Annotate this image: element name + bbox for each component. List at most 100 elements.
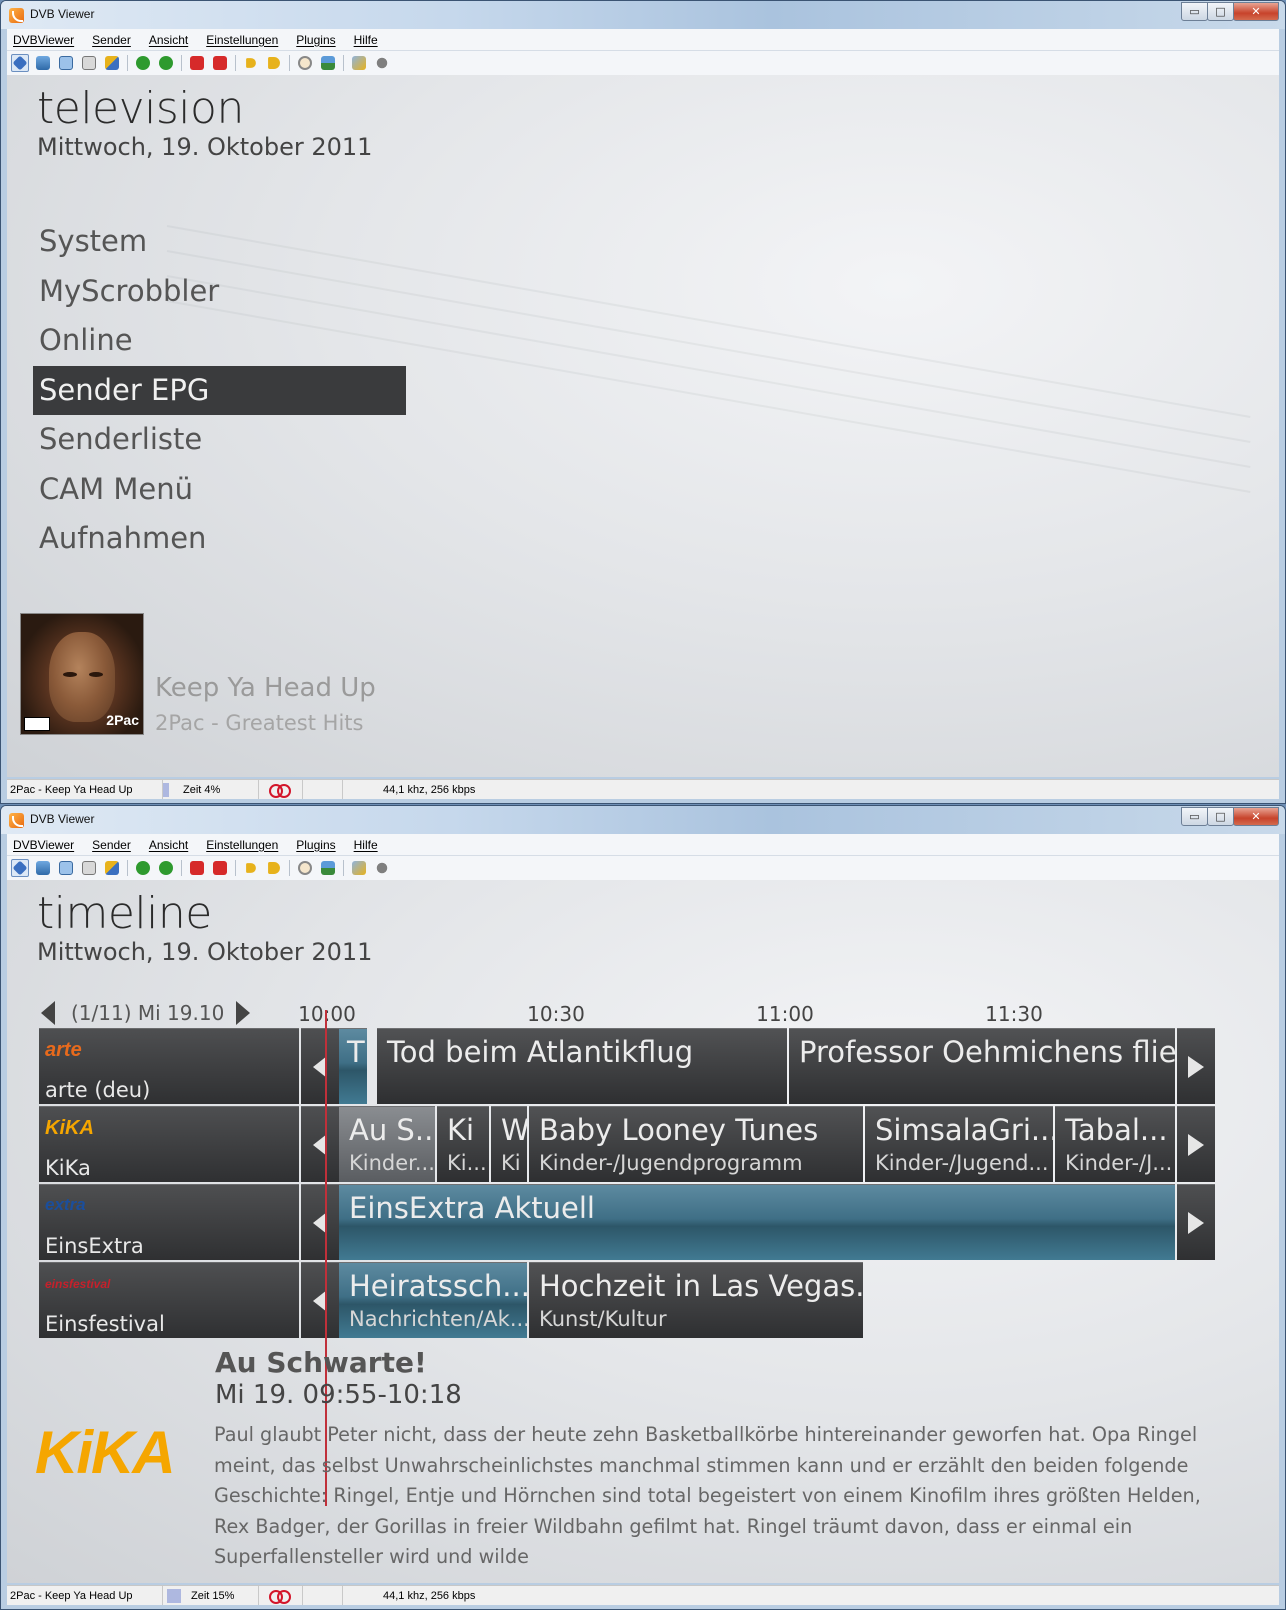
close-button[interactable]: ✕ bbox=[1233, 2, 1279, 21]
maximize-button[interactable]: □ bbox=[1207, 807, 1234, 826]
tools-icon[interactable] bbox=[350, 54, 368, 72]
volume-up-icon[interactable] bbox=[265, 54, 283, 72]
back-icon[interactable] bbox=[134, 54, 152, 72]
osd-icon[interactable] bbox=[11, 54, 29, 72]
time-label: 10:00 bbox=[298, 1002, 356, 1026]
windows-icon[interactable] bbox=[57, 54, 75, 72]
record-icon[interactable] bbox=[296, 54, 314, 72]
program-cell[interactable]: Tabal... Kinder-/J... bbox=[1055, 1106, 1175, 1182]
nav-item-sender-epg[interactable]: Sender EPG bbox=[33, 365, 406, 415]
volume-down-icon[interactable] bbox=[242, 54, 260, 72]
status-time: Zeit 15% bbox=[191, 1589, 235, 1602]
title-bar[interactable]: DVB Viewer ▭ □ ✕ bbox=[1, 806, 1285, 834]
close-button[interactable]: ✕ bbox=[1233, 807, 1279, 826]
scroll-right-button[interactable] bbox=[1177, 1028, 1215, 1104]
volume-down-icon[interactable] bbox=[242, 859, 260, 877]
toolbar-separator bbox=[127, 55, 128, 71]
stop-icon[interactable] bbox=[373, 859, 391, 877]
nav-item-online[interactable]: Online bbox=[33, 316, 406, 366]
minimize-button[interactable]: ▭ bbox=[1181, 807, 1208, 826]
program-cell[interactable]: W Ki bbox=[491, 1106, 527, 1182]
menu-dvbviewer[interactable]: DVBViewer bbox=[13, 33, 74, 47]
scroll-right-button[interactable] bbox=[1177, 1106, 1215, 1182]
channel-cell[interactable]: arte arte (deu) bbox=[39, 1028, 299, 1104]
channel-cell[interactable]: extra EinsExtra bbox=[39, 1184, 299, 1260]
day-label: (1/11) Mi 19.10 bbox=[71, 1001, 225, 1025]
program-cell[interactable]: Baby Looney Tunes Kinder-/Jugendprogramm bbox=[529, 1106, 863, 1182]
nav-item-senderliste[interactable]: Senderliste bbox=[33, 415, 406, 465]
scroll-left-button[interactable] bbox=[301, 1106, 339, 1182]
scroll-left-button[interactable] bbox=[301, 1262, 339, 1338]
program-details-description: Paul glaubt Peter nicht, dass der heute … bbox=[214, 1423, 1201, 1568]
menu-sender[interactable]: Sender bbox=[92, 33, 131, 47]
title-bar[interactable]: DVB Viewer ▭ □ ✕ bbox=[1, 1, 1285, 29]
previous-day-icon[interactable] bbox=[41, 1001, 55, 1025]
program-title: Ki bbox=[447, 1113, 475, 1147]
next-channel-icon[interactable] bbox=[211, 859, 229, 877]
album-cover-art bbox=[89, 672, 103, 677]
channel-name: KiKa bbox=[45, 1156, 91, 1180]
channel-cell[interactable]: einsfestival Einsfestival bbox=[39, 1262, 299, 1338]
tools-icon[interactable] bbox=[350, 859, 368, 877]
windows-icon[interactable] bbox=[57, 859, 75, 877]
program-cell[interactable]: Heiratssch... Nachrichten/Ak... bbox=[339, 1262, 527, 1338]
teletext-icon[interactable] bbox=[80, 54, 98, 72]
osd-icon[interactable] bbox=[11, 859, 29, 877]
menu-hilfe[interactable]: Hilfe bbox=[354, 33, 378, 47]
dvbviewer-window-television: DVB Viewer ▭ □ ✕ DVBViewer Sender Ansich… bbox=[0, 0, 1286, 804]
epg-icon[interactable] bbox=[103, 54, 121, 72]
picture-icon[interactable] bbox=[319, 54, 337, 72]
program-cell[interactable]: Professor Oehmichens flie... bbox=[789, 1028, 1175, 1104]
program-genre: Ki bbox=[501, 1151, 521, 1175]
status-time: Zeit 4% bbox=[183, 783, 221, 796]
stop-icon[interactable] bbox=[373, 54, 391, 72]
nav-item-system[interactable]: System bbox=[33, 217, 406, 267]
screenshot-icon[interactable] bbox=[34, 859, 52, 877]
menu-bar: DVBViewer Sender Ansicht Einstellungen P… bbox=[7, 29, 1279, 51]
menu-einstellungen[interactable]: Einstellungen bbox=[206, 838, 278, 852]
menu-dvbviewer[interactable]: DVBViewer bbox=[13, 838, 74, 852]
program-cell[interactable]: SimsalaGri... Kinder-/Jugend... bbox=[865, 1106, 1053, 1182]
next-channel-icon[interactable] bbox=[211, 54, 229, 72]
program-title: Baby Looney Tunes bbox=[539, 1113, 819, 1147]
scroll-left-button[interactable] bbox=[301, 1184, 339, 1260]
next-day-icon[interactable] bbox=[236, 1001, 251, 1025]
app-icon[interactable] bbox=[9, 813, 24, 828]
forward-icon[interactable] bbox=[157, 859, 175, 877]
prev-channel-icon[interactable] bbox=[188, 54, 206, 72]
toolbar-separator bbox=[181, 860, 182, 876]
maximize-button[interactable]: □ bbox=[1207, 2, 1234, 21]
minimize-button[interactable]: ▭ bbox=[1181, 2, 1208, 21]
record-icon[interactable] bbox=[296, 859, 314, 877]
program-title: Au S... bbox=[349, 1113, 435, 1147]
back-icon[interactable] bbox=[134, 859, 152, 877]
menu-plugins[interactable]: Plugins bbox=[296, 33, 335, 47]
menu-sender[interactable]: Sender bbox=[92, 838, 131, 852]
app-icon[interactable] bbox=[9, 8, 24, 23]
channel-cell[interactable]: KiKA KiKa bbox=[39, 1106, 299, 1182]
program-cell-selected[interactable]: Au S... Kinder... bbox=[339, 1106, 435, 1182]
program-title: Professor Oehmichens flie... bbox=[799, 1035, 1175, 1069]
nav-item-myscrobbler[interactable]: MyScrobbler bbox=[33, 267, 406, 317]
nav-item-cam-menu[interactable]: CAM Menü bbox=[33, 465, 406, 515]
menu-plugins[interactable]: Plugins bbox=[296, 838, 335, 852]
scroll-right-button[interactable] bbox=[1177, 1184, 1215, 1260]
scroll-left-button[interactable] bbox=[301, 1028, 339, 1104]
screenshot-icon[interactable] bbox=[34, 54, 52, 72]
program-cell[interactable]: Ki Ki... bbox=[437, 1106, 489, 1182]
program-cell[interactable]: T bbox=[339, 1028, 367, 1104]
menu-einstellungen[interactable]: Einstellungen bbox=[206, 33, 278, 47]
teletext-icon[interactable] bbox=[80, 859, 98, 877]
prev-channel-icon[interactable] bbox=[188, 859, 206, 877]
program-cell[interactable]: Hochzeit in Las Vegas... Kunst/Kultur bbox=[529, 1262, 863, 1338]
forward-icon[interactable] bbox=[157, 54, 175, 72]
menu-ansicht[interactable]: Ansicht bbox=[149, 33, 188, 47]
program-cell[interactable]: Tod beim Atlantikflug bbox=[377, 1028, 787, 1104]
nav-item-aufnahmen[interactable]: Aufnahmen bbox=[33, 514, 406, 564]
volume-up-icon[interactable] bbox=[265, 859, 283, 877]
menu-hilfe[interactable]: Hilfe bbox=[354, 838, 378, 852]
program-cell[interactable]: EinsExtra Aktuell bbox=[339, 1184, 1175, 1260]
picture-icon[interactable] bbox=[319, 859, 337, 877]
menu-ansicht[interactable]: Ansicht bbox=[149, 838, 188, 852]
epg-icon[interactable] bbox=[103, 859, 121, 877]
